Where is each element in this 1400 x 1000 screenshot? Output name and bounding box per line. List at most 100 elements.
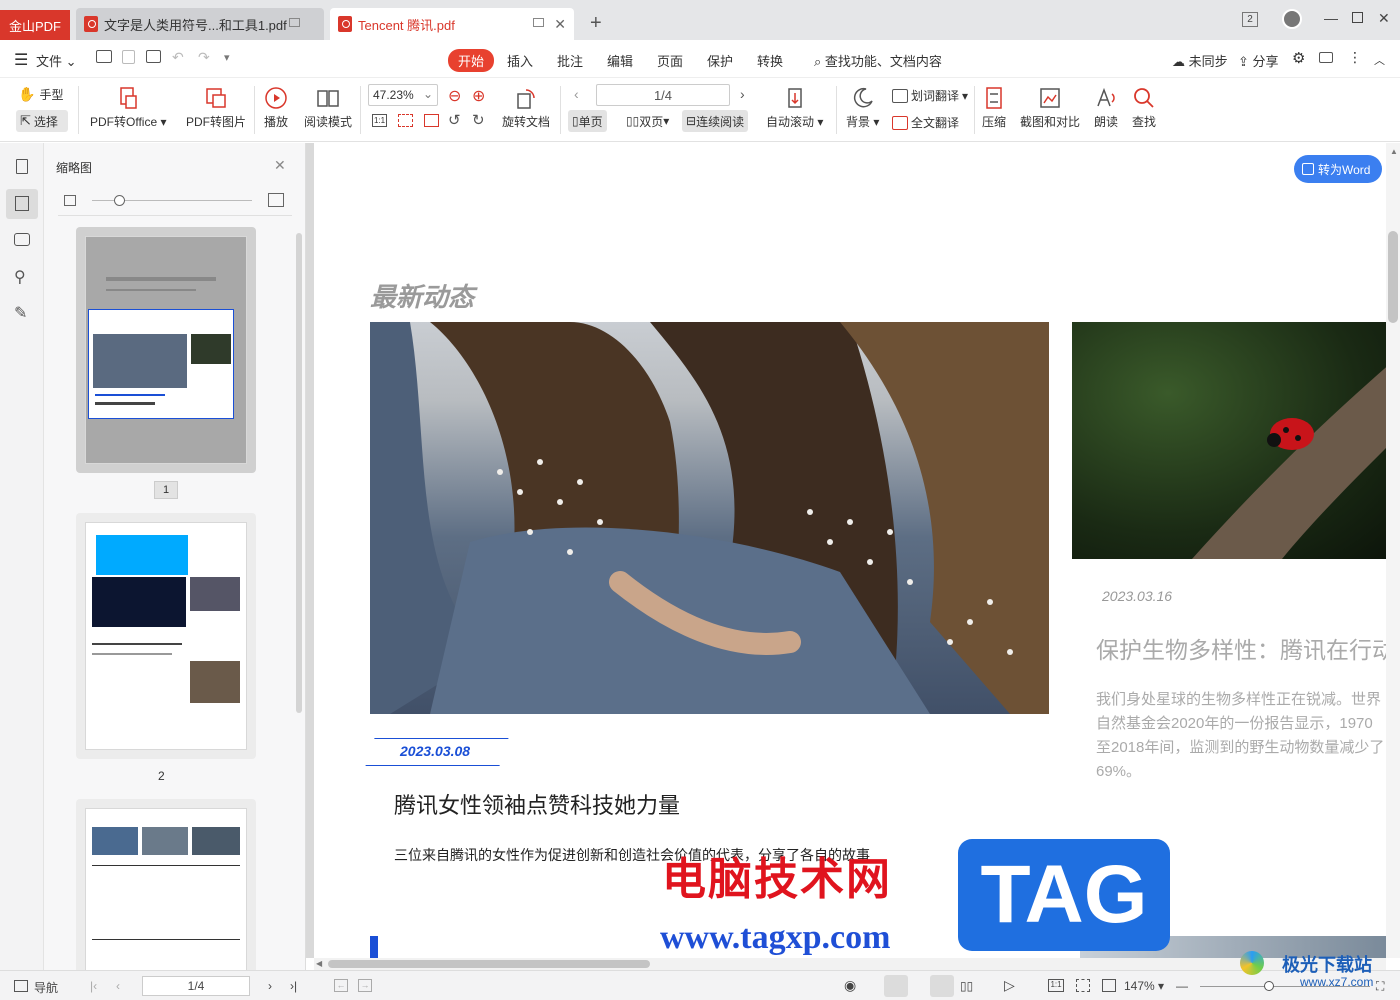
print-icon[interactable] <box>146 50 161 63</box>
menu-tab-page[interactable]: 页面 <box>657 51 683 70</box>
rotate-document-button[interactable]: 旋转文档 <box>502 86 550 130</box>
next-page-icon[interactable]: › <box>740 86 745 102</box>
actual-size-icon[interactable]: 1:1 <box>372 114 387 127</box>
convert-to-word-button[interactable]: 转为Word <box>1294 155 1382 183</box>
collapse-ribbon-icon[interactable]: ︿ <box>1374 52 1385 68</box>
thumbnail-page-2-frame[interactable] <box>76 513 256 759</box>
actual-size-status-icon[interactable]: 1:1 <box>1048 979 1064 992</box>
thumbnail-tab[interactable] <box>6 189 38 219</box>
read-mode-button[interactable]: 阅读模式 <box>304 86 352 130</box>
zoom-out-status-icon[interactable]: — <box>1176 979 1188 993</box>
new-tab-button[interactable]: + <box>590 12 602 35</box>
small-image-icon[interactable] <box>64 195 76 206</box>
page-number-input[interactable]: 1/4 <box>596 84 730 106</box>
undo-icon[interactable]: ↶ <box>172 49 184 66</box>
maximize-icon[interactable] <box>1352 12 1363 23</box>
menu-tab-start[interactable]: 开始 <box>448 49 495 72</box>
save-icon[interactable] <box>122 50 135 64</box>
share-button[interactable]: ⇪ 分享 <box>1238 51 1279 70</box>
menu-tab-annotate[interactable]: 批注 <box>557 51 583 70</box>
fullscreen-icon[interactable]: ⛶ <box>1376 979 1384 994</box>
large-image-icon[interactable] <box>268 193 284 207</box>
document-tab-1[interactable]: 文字是人类用符号...和工具1.pdf <box>76 8 324 40</box>
menu-tab-edit[interactable]: 编辑 <box>607 51 633 70</box>
rotate-right-icon[interactable]: ↻ <box>472 111 485 129</box>
last-page-icon[interactable]: ›| <box>290 979 297 993</box>
zoom-slider-handle[interactable] <box>1264 981 1274 991</box>
comment-icon[interactable] <box>14 233 30 246</box>
thumbnail-page-1-frame[interactable] <box>76 227 256 473</box>
navigation-label[interactable]: 导航 <box>34 979 58 996</box>
forward-view-icon[interactable]: → <box>358 979 372 992</box>
close-tab-icon[interactable]: ✕ <box>554 16 566 33</box>
more-options-icon[interactable]: ⋮ <box>1348 49 1362 66</box>
minimize-icon[interactable]: — <box>1324 10 1338 26</box>
menu-tab-insert[interactable]: 插入 <box>507 51 533 70</box>
menu-tab-protect[interactable]: 保护 <box>707 51 733 70</box>
thumbnail-page-3-frame[interactable] <box>76 799 256 979</box>
fit-width-icon[interactable] <box>424 114 439 127</box>
zoom-out-icon[interactable]: ⊖ <box>448 86 461 106</box>
select-tool-button[interactable]: ⇱ 选择 <box>16 110 68 132</box>
eye-care-icon[interactable]: ◉ <box>844 977 856 994</box>
signature-icon[interactable]: ✎ <box>14 303 34 323</box>
window-count-badge[interactable]: 2 <box>1242 12 1258 27</box>
fit-width-status-icon[interactable] <box>1102 979 1116 992</box>
zoom-select[interactable]: 47.23% ⌄ <box>368 84 438 106</box>
scroll-left-icon[interactable]: ◀ <box>316 959 322 968</box>
status-page-input[interactable]: 1/4 <box>142 976 250 996</box>
background-button[interactable]: 背景 ▾ <box>846 86 879 130</box>
fit-page-status-icon[interactable] <box>1076 979 1090 992</box>
fit-page-icon[interactable] <box>398 114 413 127</box>
prev-page-icon[interactable]: ‹ <box>116 979 120 993</box>
bookmark-icon[interactable] <box>16 159 28 174</box>
document-tab-2[interactable]: Tencent 腾讯.pdf ✕ <box>330 8 574 40</box>
zoom-in-icon[interactable]: ⊕ <box>472 86 485 106</box>
hand-tool-button[interactable]: ✋ 手型 <box>18 86 63 103</box>
double-page-status-icon[interactable]: ▯▯ <box>960 979 973 993</box>
first-page-icon[interactable]: |‹ <box>90 979 97 993</box>
horizontal-scrollbar[interactable]: ◀ <box>314 958 1386 970</box>
play-button[interactable]: 播放 <box>264 86 288 130</box>
slider-handle[interactable] <box>114 195 125 206</box>
pdf-to-office-button[interactable]: PDF转Office ▾ <box>90 86 167 130</box>
vertical-scroll-thumb[interactable] <box>1388 231 1398 323</box>
double-page-button[interactable]: ▯▯ 双页 ▾ <box>622 110 673 132</box>
read-aloud-button[interactable]: 朗读 <box>1094 86 1118 130</box>
navigation-icon[interactable] <box>14 980 28 992</box>
auto-scroll-button[interactable]: 自动滚动 ▾ <box>766 86 823 130</box>
previous-page-icon[interactable]: ‹ <box>574 86 579 102</box>
continuous-view-status[interactable] <box>884 975 908 997</box>
open-folder-icon[interactable] <box>96 50 112 63</box>
viewport-indicator[interactable] <box>88 309 234 419</box>
single-page-button[interactable]: ▯ 单页 <box>568 110 607 132</box>
back-view-icon[interactable]: ← <box>334 979 348 992</box>
close-window-icon[interactable]: ✕ <box>1378 10 1390 27</box>
scroll-up-icon[interactable]: ▲ <box>1390 147 1398 156</box>
compress-button[interactable]: 压缩 <box>982 86 1006 130</box>
attachment-icon[interactable]: ⚲ <box>14 267 34 287</box>
redo-icon[interactable]: ↷ <box>198 49 210 66</box>
find-button[interactable]: 查找 <box>1132 86 1156 130</box>
feature-search[interactable]: ⌕ 查找功能、文档内容 <box>814 51 942 70</box>
next-page-status-icon[interactable]: › <box>268 979 272 993</box>
close-panel-icon[interactable]: ✕ <box>274 157 286 174</box>
pdf-to-image-button[interactable]: PDF转图片 <box>186 86 246 130</box>
zoom-level-status[interactable]: 147% ▾ <box>1124 979 1164 993</box>
sync-status[interactable]: ☁ 未同步 <box>1172 51 1228 70</box>
thumbnail-scrollbar[interactable] <box>296 233 302 713</box>
feedback-icon[interactable] <box>1319 52 1333 63</box>
hamburger-menu-icon[interactable]: ☰ <box>14 50 28 70</box>
horizontal-scroll-thumb[interactable] <box>328 960 650 968</box>
word-translate-button[interactable]: 划词翻译 ▾ <box>892 87 968 104</box>
rotate-left-icon[interactable]: ↺ <box>448 111 461 129</box>
settings-gear-icon[interactable]: ⚙ <box>1292 49 1305 67</box>
menu-tab-convert[interactable]: 转换 <box>757 51 783 70</box>
vertical-scrollbar[interactable]: ▲ <box>1386 143 1400 958</box>
more-dropdown-icon[interactable]: ▾ <box>224 51 230 64</box>
file-menu[interactable]: 文件 ⌄ <box>36 51 77 70</box>
play-status-icon[interactable]: ▷ <box>1004 977 1015 994</box>
full-translate-button[interactable]: 全文翻译 <box>892 114 959 131</box>
single-page-status[interactable] <box>930 975 954 997</box>
continuous-reading-button[interactable]: ⊟ 连续阅读 <box>682 110 749 132</box>
